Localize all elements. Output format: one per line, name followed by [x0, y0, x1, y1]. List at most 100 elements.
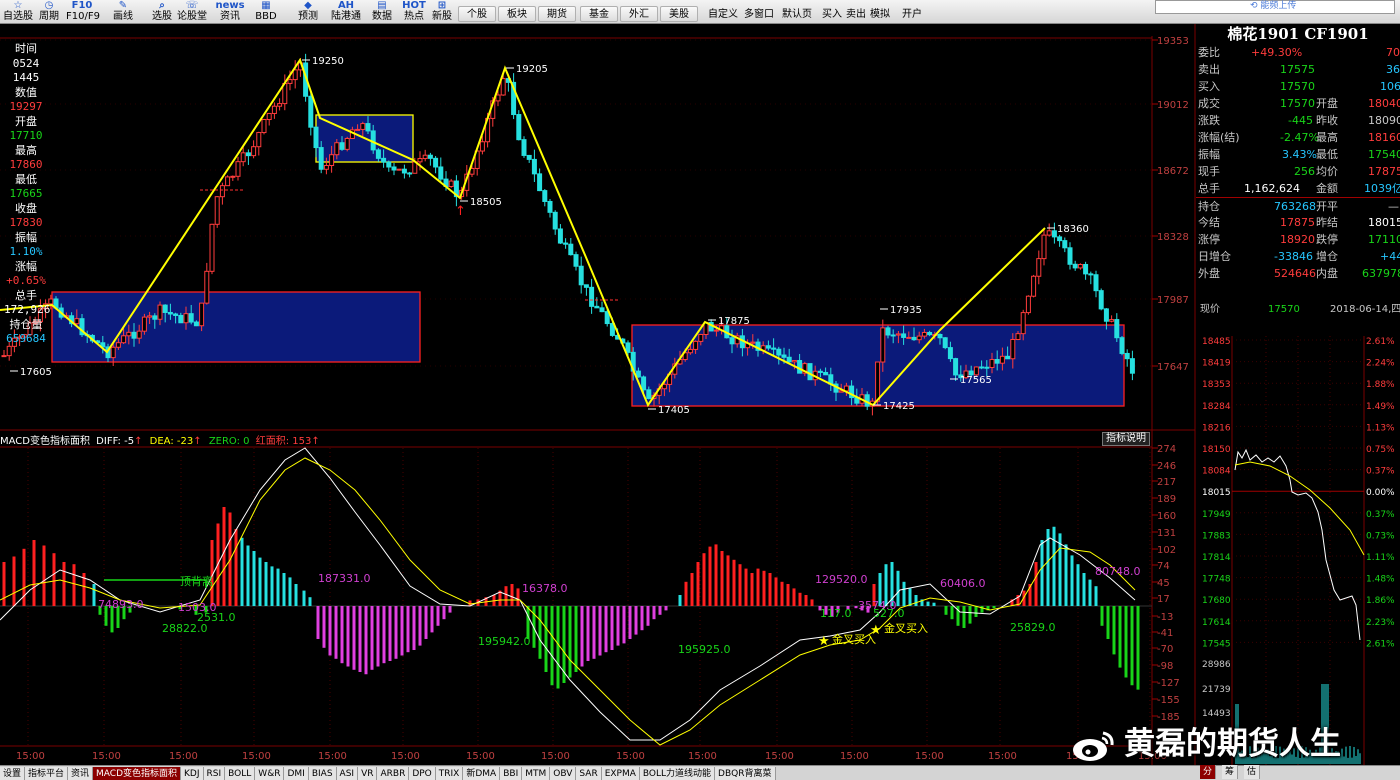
- macd-dea-line: [0, 457, 1136, 746]
- toolbar-2-button[interactable]: ◷ 周期: [33, 0, 65, 24]
- candle-body: [266, 112, 272, 121]
- quote-cell: -33846: [1274, 250, 1313, 263]
- indicator-tab[interactable]: MACD变色指标面积: [93, 767, 182, 780]
- quote-row: 买入 17570 106: [1196, 78, 1400, 95]
- candle-body: [578, 265, 584, 286]
- time-tick-label: 15:00: [840, 751, 869, 762]
- indicator-tab[interactable]: BIAS: [308, 767, 337, 780]
- kline-btn-3[interactable]: 窗: [1128, 25, 1144, 39]
- indicator-tab[interactable]: TRIX: [435, 767, 464, 780]
- toolbar-13-button[interactable]: ⊞ 新股: [426, 0, 458, 24]
- candle-body: [287, 79, 293, 84]
- menu-item-4[interactable]: 买入: [822, 8, 842, 22]
- indicator-tab[interactable]: DBQR背离菜: [715, 767, 776, 780]
- time-tick-label: 15:00: [988, 751, 1017, 762]
- indicator-tab[interactable]: SAR: [576, 767, 602, 780]
- candle-body: [682, 352, 688, 361]
- toolbar-5-button[interactable]: ⌕ 选股: [146, 0, 178, 24]
- menu-item-1[interactable]: 自定义: [708, 8, 738, 22]
- quote-row: 委比 +49.30% 70: [1196, 44, 1400, 61]
- market-tab-4[interactable]: 基金: [580, 6, 618, 22]
- candle-body: [667, 373, 673, 385]
- macd-tick-label: -155: [1157, 695, 1180, 706]
- indicator-tab[interactable]: 新DMA: [463, 767, 501, 780]
- mini-price-line: [1234, 448, 1361, 641]
- toolbar-4-button[interactable]: ✎ 画线: [107, 0, 139, 24]
- quote-cell: 17540: [1368, 148, 1400, 161]
- candle-body: [313, 126, 319, 149]
- candle-body: [329, 154, 335, 167]
- indicator-tab[interactable]: 资讯: [68, 767, 94, 780]
- kline-btn-1[interactable]: 删自选: [1062, 25, 1098, 39]
- databox-row: 总手: [15, 288, 37, 302]
- indicator-tab[interactable]: BOLL力道线动能: [639, 767, 716, 780]
- mini-tab[interactable]: 分: [1200, 765, 1217, 779]
- mini-tab[interactable]: 估: [1244, 765, 1261, 779]
- candle-body: [474, 150, 480, 169]
- market-tab-1[interactable]: 个股: [458, 6, 496, 22]
- indicator-tab[interactable]: KDJ: [181, 767, 204, 780]
- candle-body: [854, 397, 860, 404]
- indicator-tab[interactable]: W&R: [255, 767, 285, 780]
- candle-body: [256, 132, 262, 148]
- quote-cell: 524646: [1274, 267, 1316, 280]
- indicator-tab[interactable]: BBI: [500, 767, 523, 780]
- candle-body: [895, 333, 901, 336]
- menu-item-7[interactable]: 开户: [902, 8, 922, 22]
- zigzag-line: [0, 57, 1046, 408]
- indicator-tab[interactable]: ASI: [336, 767, 359, 780]
- candle-body: [115, 342, 121, 348]
- menu-item-5[interactable]: 卖出: [846, 8, 866, 22]
- candle-body: [401, 168, 407, 174]
- kline-btn-4[interactable]: ↘: [1146, 25, 1161, 39]
- macd-name[interactable]: MACD变色指标面积: [0, 436, 90, 447]
- mini-tab[interactable]: 筹: [1222, 765, 1239, 779]
- indicator-tab[interactable]: 设置: [0, 767, 26, 780]
- toolbar-3-button[interactable]: F10 F10/F9: [66, 0, 100, 24]
- macd-tick-label: -127: [1157, 678, 1180, 689]
- toolbar-9-button[interactable]: ◆ 预测: [292, 0, 324, 24]
- toolbar-10-button[interactable]: AH 陆港通: [330, 0, 362, 24]
- toolbar-6-button[interactable]: ☏ 论股堂: [176, 0, 208, 24]
- candle-body: [1093, 274, 1099, 292]
- upload-button[interactable]: ⟲ 能频上传: [1250, 0, 1296, 12]
- market-tab-3[interactable]: 期货: [538, 6, 576, 22]
- market-tab-5[interactable]: 外汇: [620, 6, 658, 22]
- candle-body: [641, 376, 647, 391]
- indicator-tab[interactable]: VR: [358, 767, 378, 780]
- indicator-tab[interactable]: EXPMA: [601, 767, 640, 780]
- toolbar-1-button[interactable]: ☆ 自选股: [2, 0, 34, 24]
- peak-label: 19250: [312, 56, 344, 67]
- market-tab-2[interactable]: 板块: [498, 6, 536, 22]
- menu-item-3[interactable]: 默认页: [782, 8, 812, 22]
- kline-period[interactable]: 30分钟(复权): [0, 29, 61, 40]
- toolbar-7-button[interactable]: news 资讯: [214, 0, 246, 24]
- indicator-tab[interactable]: ARBR: [377, 767, 410, 780]
- quote-title: 棉花1901 CF1901: [1227, 25, 1369, 43]
- candle-body: [942, 337, 948, 349]
- indicator-help-button[interactable]: 指标说明: [1102, 432, 1150, 446]
- market-tab-6[interactable]: 美股: [660, 6, 698, 22]
- menu-item-6[interactable]: 模拟: [870, 8, 890, 22]
- mini-price-label: 17614: [1202, 618, 1231, 628]
- time-tick-label: 15:00: [541, 751, 570, 762]
- indicator-tab[interactable]: DMI: [284, 767, 309, 780]
- indicator-tab[interactable]: RSI: [203, 767, 226, 780]
- candle-body: [100, 342, 106, 348]
- indicator-tab[interactable]: BOLL: [225, 767, 256, 780]
- indicator-tab[interactable]: MTM: [522, 767, 551, 780]
- candle-body: [407, 172, 413, 175]
- area-value-label: 187331.0: [318, 572, 371, 585]
- databox-row: 17665: [9, 187, 43, 200]
- indicator-tab[interactable]: OBV: [550, 767, 577, 780]
- indicator-tab[interactable]: 指标平台: [25, 767, 69, 780]
- indicator-tab[interactable]: DPO: [409, 767, 436, 780]
- kline-btn-2[interactable]: 均线: [1100, 25, 1126, 39]
- menu-item-2[interactable]: 多窗口: [744, 8, 774, 22]
- kline-chart[interactable]: 15:00 15:00 15:00 15:00 15:00 15:00 15:00 15:00…: [0, 0, 1400, 780]
- mini-chart-bg: [1196, 336, 1400, 765]
- toolbar-8-button[interactable]: ▦ BBD: [250, 0, 282, 24]
- candle-body: [958, 374, 964, 379]
- toolbar-11-button[interactable]: ▤ 数据: [366, 0, 398, 24]
- mini-pct-label: 0.75%: [1366, 445, 1395, 455]
